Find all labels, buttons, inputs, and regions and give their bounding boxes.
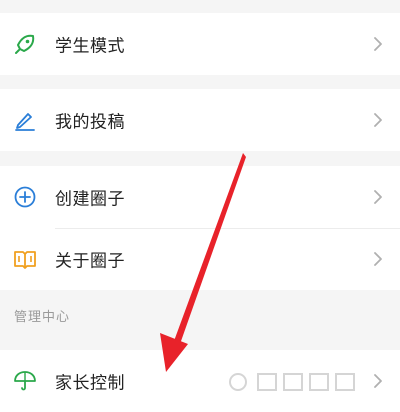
menu-item-label: 家长控制 xyxy=(55,373,125,394)
watermark-logo xyxy=(229,373,355,391)
umbrella-icon xyxy=(14,371,36,391)
menu-item-my-submissions[interactable]: 我的投稿 xyxy=(0,89,400,151)
menu-item-about-circle[interactable]: 关于圈子 xyxy=(0,228,400,290)
menu-item-label: 创建圈子 xyxy=(55,189,125,210)
chevron-right-icon xyxy=(374,252,382,266)
section-header-management: 管理中心 xyxy=(14,310,71,325)
menu-item-student-mode[interactable]: 学生模式 xyxy=(0,13,400,75)
chevron-right-icon xyxy=(374,37,382,51)
rocket-icon xyxy=(15,34,35,54)
book-icon xyxy=(14,251,36,269)
plus-circle-icon xyxy=(14,186,36,208)
chevron-right-icon xyxy=(374,113,382,127)
menu-item-label: 我的投稿 xyxy=(55,112,125,133)
menu-group-3: 创建圈子 关于圈子 xyxy=(0,166,400,290)
menu-item-label: 学生模式 xyxy=(55,36,125,57)
menu-item-create-circle[interactable]: 创建圈子 xyxy=(0,166,400,228)
menu-group-2: 我的投稿 xyxy=(0,89,400,151)
pencil-icon xyxy=(15,113,35,131)
menu-group-1: 学生模式 xyxy=(0,13,400,75)
menu-item-label: 关于圈子 xyxy=(55,251,125,272)
chevron-right-icon xyxy=(374,190,382,204)
